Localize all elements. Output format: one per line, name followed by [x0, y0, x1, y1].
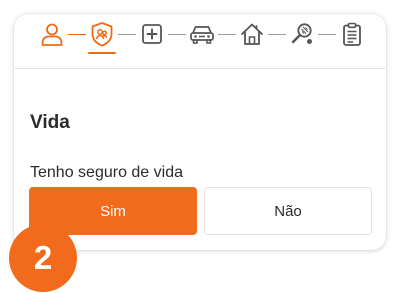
car-icon: [190, 26, 214, 44]
home-icon: [241, 23, 263, 45]
connector-3: [168, 34, 186, 36]
step-number-badge: 2: [9, 224, 77, 292]
life-insurance-card: Vida Tenho seguro de vida Sim Não: [14, 14, 386, 250]
section-title: Vida: [30, 112, 70, 133]
step-health[interactable]: [138, 20, 166, 48]
connector-5: [268, 34, 286, 36]
connector-1: [68, 34, 86, 36]
health-cross-icon: [142, 24, 162, 44]
step-sports[interactable]: [288, 20, 316, 48]
step-summary[interactable]: [338, 20, 366, 48]
connector-6: [318, 34, 336, 36]
life-insurance-question: Tenho seguro de vida: [30, 164, 183, 181]
no-button[interactable]: Não: [204, 187, 372, 235]
person-icon: [41, 23, 63, 46]
connector-2: [118, 34, 136, 36]
step-home[interactable]: [238, 20, 266, 48]
step-personal[interactable]: [38, 20, 66, 48]
life-insurance-shield-icon: [91, 22, 113, 47]
connector-4: [218, 34, 236, 36]
clipboard-icon: [343, 22, 361, 46]
step-auto[interactable]: [188, 20, 216, 48]
step-life[interactable]: [88, 20, 116, 48]
sports-racket-icon: [291, 23, 312, 44]
active-step-indicator: [88, 52, 116, 54]
progress-stepper: [14, 14, 386, 69]
